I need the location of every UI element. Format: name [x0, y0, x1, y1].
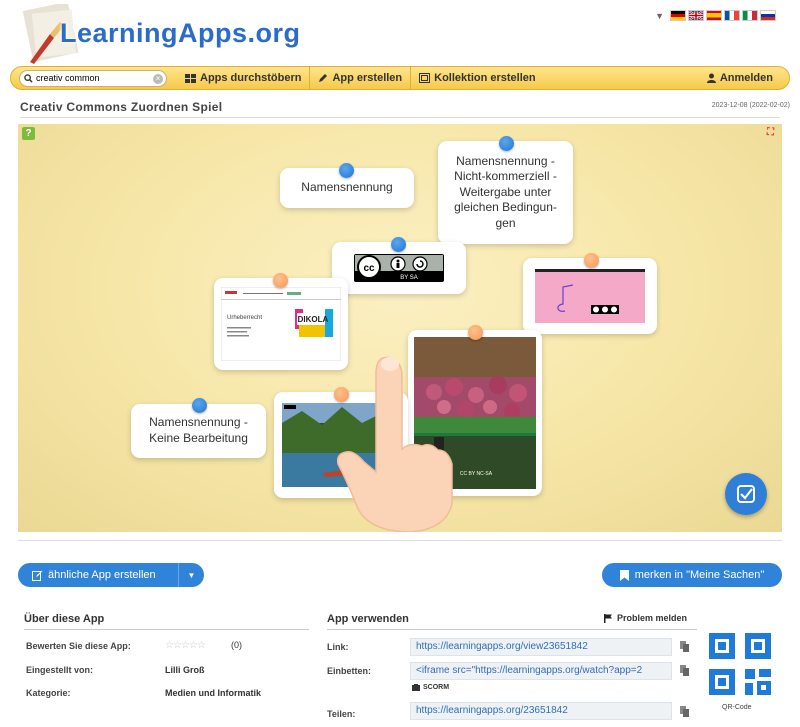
pin-blue-icon — [391, 237, 406, 252]
card-nc-sa[interactable]: Namensnennung - Nicht-kommerziell - Weit… — [438, 141, 573, 244]
chevron-down-icon[interactable]: ▼ — [655, 11, 664, 21]
card-pink-image[interactable] — [523, 258, 657, 334]
qr-code-icon[interactable] — [709, 633, 771, 695]
image-caption: CC BY NC-SA — [460, 471, 493, 477]
check-icon — [737, 485, 755, 503]
use-divider — [327, 629, 697, 630]
flag-de-icon[interactable] — [670, 10, 686, 21]
pin-blue-icon — [499, 136, 514, 151]
nav-create-app[interactable]: App erstellen — [309, 66, 410, 90]
nav-create-label: App erstellen — [332, 72, 403, 84]
flag-fr-icon[interactable] — [724, 10, 740, 21]
search-input[interactable] — [36, 73, 146, 83]
clear-icon[interactable]: × — [153, 73, 163, 84]
card-text: Namensnennung — [301, 180, 393, 195]
check-button[interactable] — [725, 473, 767, 515]
flag-uk-icon[interactable] — [688, 10, 704, 21]
help-icon[interactable]: ? — [22, 127, 35, 140]
caret-down-icon[interactable]: ▼ — [178, 563, 204, 587]
hand-pointer-illustration — [336, 356, 453, 532]
login-link[interactable]: Anmelden — [706, 72, 789, 84]
user-icon — [706, 73, 716, 83]
copy-icon[interactable] — [680, 641, 690, 652]
scorm-link[interactable]: SCORM — [412, 684, 449, 691]
pin-blue-icon — [192, 398, 207, 413]
pin-orange-icon — [584, 253, 599, 268]
similar-app-main[interactable]: ähnliche App erstellen — [18, 569, 178, 581]
svg-text:cc: cc — [363, 263, 375, 274]
navbar: × Apps durchstöbern App erstellen Kollek… — [10, 66, 790, 90]
slide-image: Urheberrecht DIKOLA — [221, 287, 341, 361]
cc-by-sa-icon: cc BY SA — [354, 254, 444, 282]
language-flags: ▼ — [655, 10, 776, 21]
flag-icon — [604, 613, 612, 623]
grid-icon — [185, 73, 196, 83]
share-field[interactable]: https://learningapps.org/23651842 — [410, 702, 672, 720]
fullscreen-icon[interactable]: ⛶ — [765, 127, 776, 138]
card-text: Namensnennung - Nicht-kommerziell - Weit… — [454, 153, 557, 230]
music-note-image — [535, 269, 645, 323]
nav-browse-apps[interactable]: Apps durchstöbern — [177, 66, 309, 90]
flag-it-icon[interactable] — [742, 10, 758, 21]
nav-browse-label: Apps durchstöbern — [200, 72, 302, 84]
scorm-label: SCORM — [423, 684, 450, 691]
nav-collection-label: Kollektion erstellen — [434, 72, 536, 84]
app-canvas: ? ⛶ Namensnennung Namensnennung - Nicht-… — [18, 124, 782, 532]
copy-icon[interactable] — [680, 665, 690, 676]
link-label: Link: — [327, 642, 349, 652]
package-icon — [412, 684, 420, 691]
category-label: Kategorie: — [26, 688, 71, 698]
embed-field[interactable]: <iframe src="https://learningapps.org/wa… — [410, 662, 672, 680]
cc-badge-label: BY SA — [400, 275, 418, 281]
bookmark-button[interactable]: merken in "Meine Sachen" — [602, 563, 782, 587]
rating-count: (0) — [231, 640, 242, 650]
section-divider — [18, 540, 782, 541]
search-icon — [24, 73, 33, 83]
card-slide-image[interactable]: Urheberrecht DIKOLA — [214, 278, 348, 370]
report-problem-link[interactable]: Problem melden — [604, 613, 687, 623]
flag-ru-icon[interactable] — [760, 10, 776, 21]
pencil-icon — [319, 74, 328, 82]
login-label: Anmelden — [719, 72, 773, 84]
logo-text[interactable]: LearningApps.org — [60, 18, 301, 49]
title-divider — [20, 117, 780, 118]
pin-orange-icon — [273, 273, 288, 288]
problem-label: Problem melden — [617, 613, 688, 623]
app-date: 2023-12-08 (2022-02-02) — [711, 102, 790, 109]
rate-label: Bewerten Sie diese App: — [26, 641, 131, 651]
qr-code-label: QR-Code — [722, 704, 752, 711]
pin-blue-icon — [339, 163, 354, 178]
pin-orange-icon — [468, 325, 483, 340]
collection-icon — [419, 73, 431, 83]
rating-stars[interactable]: ☆☆☆☆☆ — [165, 640, 206, 651]
author-value[interactable]: Lilli Groß — [165, 665, 205, 675]
embed-label: Einbetten: — [327, 666, 371, 676]
header: LearningApps.org ▼ — [0, 0, 800, 64]
bookmark-icon — [619, 569, 629, 581]
similar-app-button[interactable]: ähnliche App erstellen ▼ — [18, 563, 204, 587]
bookmark-label: merken in "Meine Sachen" — [634, 569, 765, 581]
use-heading: App verwenden — [327, 613, 409, 625]
card-text: Namensnennung - Keine Bearbeitung — [149, 415, 248, 445]
page-title: Creativ Commons Zuordnen Spiel — [20, 100, 223, 114]
about-heading: Über diese App — [24, 613, 105, 625]
nav-create-collection[interactable]: Kollektion erstellen — [410, 66, 543, 90]
link-field[interactable]: https://learningapps.org/view23651842 — [410, 638, 672, 656]
similar-app-label: ähnliche App erstellen — [48, 569, 156, 581]
share-label: Teilen: — [327, 709, 356, 719]
copy-icon[interactable] — [680, 706, 690, 717]
edit-icon — [32, 570, 43, 581]
category-value[interactable]: Medien und Informatik — [165, 688, 261, 698]
search-box[interactable]: × — [19, 69, 167, 87]
author-label: Eingestellt von: — [26, 665, 94, 675]
dikola-label: DIKOLA — [298, 315, 329, 324]
flag-es-icon[interactable] — [706, 10, 722, 21]
slide-title: Urheberrecht — [227, 315, 262, 321]
about-divider — [24, 629, 309, 630]
